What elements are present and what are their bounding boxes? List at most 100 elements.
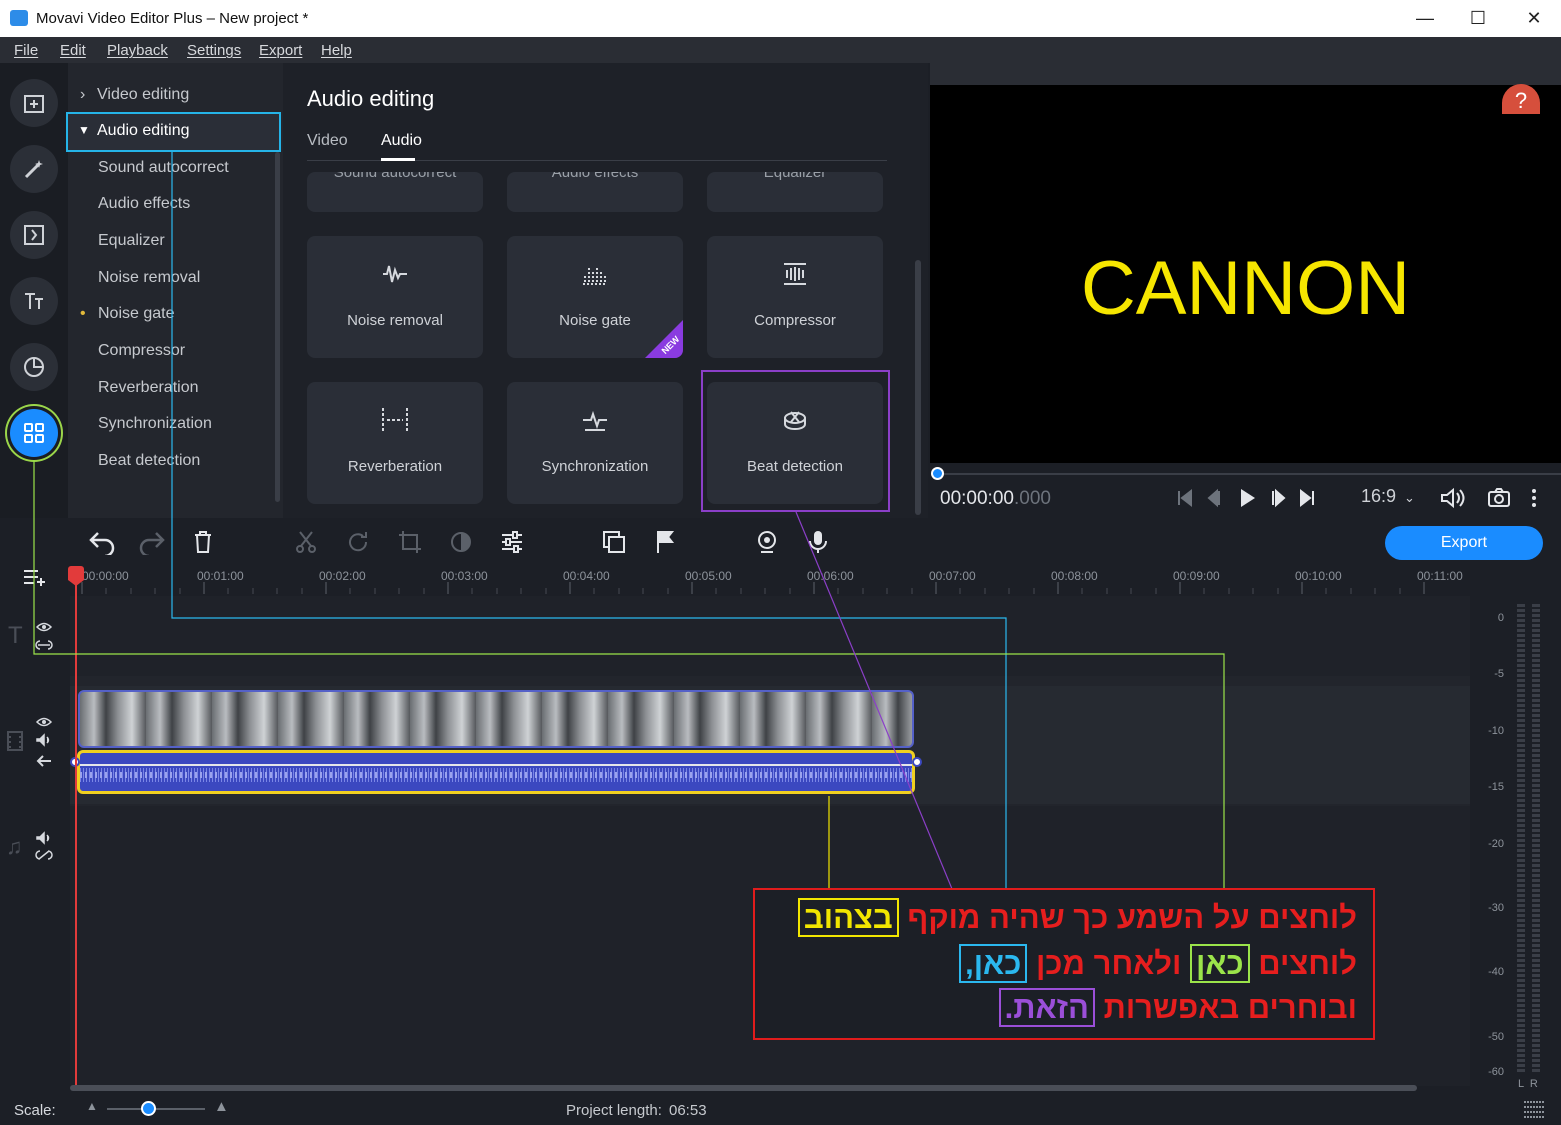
delete-icon[interactable] xyxy=(192,529,214,555)
vu-label: -15 xyxy=(1488,781,1504,793)
effects-tool-button[interactable] xyxy=(10,145,58,193)
category-audio-editing[interactable]: Audio editing xyxy=(97,122,190,140)
zoom-out-icon[interactable]: ▲ xyxy=(86,1099,98,1113)
menu-export[interactable]: Export xyxy=(259,42,302,59)
tile-noise-removal[interactable]: Noise removal xyxy=(307,236,483,358)
help-button[interactable]: ? xyxy=(1502,84,1540,114)
transitions-tool-button[interactable] xyxy=(10,211,58,259)
vu-label: -60 xyxy=(1488,1066,1504,1078)
panel-scrollbar[interactable] xyxy=(915,260,921,515)
music-track-icon: ♫ xyxy=(6,834,23,859)
scale-slider-knob[interactable] xyxy=(141,1101,156,1116)
fade-out-handle[interactable] xyxy=(912,757,922,767)
more-tools-button[interactable] xyxy=(10,409,58,457)
category-video-editing[interactable]: Video editing xyxy=(97,86,189,104)
annotation-text: לוחצים על השמע כך שהיה מוקף xyxy=(898,900,1357,935)
maximize-button[interactable]: ☐ xyxy=(1463,6,1493,30)
menu-help[interactable]: Help xyxy=(321,42,352,59)
titles-tool-button[interactable] xyxy=(10,277,58,325)
export-button[interactable]: Export xyxy=(1385,526,1543,560)
record-video-icon[interactable] xyxy=(754,529,780,555)
scale-label: Scale: xyxy=(14,1102,56,1119)
tile-audio-effects[interactable]: Audio effects xyxy=(507,172,683,212)
tile-compressor[interactable]: Compressor xyxy=(707,236,883,358)
next-frame-icon[interactable] xyxy=(1268,488,1288,508)
annotation-highlight-yellow: בצהוב xyxy=(797,898,899,937)
annotation-highlight-green: כאן xyxy=(1190,944,1250,983)
split-icon[interactable] xyxy=(294,529,318,555)
categories-scrollbar[interactable] xyxy=(275,152,280,502)
playback-progress-bar[interactable] xyxy=(937,473,1561,475)
timeline-horizontal-scrollbar[interactable] xyxy=(70,1085,1417,1091)
tile-synchronization[interactable]: Synchronization xyxy=(507,382,683,504)
category-item[interactable]: Sound autocorrect xyxy=(98,159,229,177)
preview-player[interactable]: CANNON xyxy=(930,85,1561,463)
vu-label: -50 xyxy=(1488,1031,1504,1043)
rotate-icon[interactable] xyxy=(345,529,371,555)
volume-icon[interactable] xyxy=(1440,487,1466,509)
tile-noise-gate[interactable]: Noise gate NEW xyxy=(507,236,683,358)
more-options-icon[interactable] xyxy=(1528,487,1540,509)
stickers-tool-button[interactable] xyxy=(10,343,58,391)
menu-settings[interactable]: Settings xyxy=(187,42,241,59)
ruler-label: 00:09:00 xyxy=(1173,569,1220,583)
vu-left-channel xyxy=(1517,604,1525,1074)
playhead[interactable] xyxy=(75,566,77,1086)
snapshot-icon[interactable] xyxy=(1487,487,1511,509)
category-item[interactable]: Synchronization xyxy=(98,415,212,433)
category-item[interactable]: Compressor xyxy=(98,342,185,360)
add-track-icon[interactable] xyxy=(22,566,48,588)
chevron-down-icon: ▼ xyxy=(78,123,90,137)
zoom-in-icon[interactable]: ▲ xyxy=(214,1098,229,1115)
category-item[interactable]: Noise gate xyxy=(98,305,175,323)
annotation-line-1: לוחצים על השמע כך שהיה מוקף בצהוב xyxy=(797,898,1357,937)
close-button[interactable]: ✕ xyxy=(1519,6,1549,30)
menu-playback[interactable]: Playback xyxy=(107,42,168,59)
color-adjust-icon[interactable] xyxy=(448,529,474,555)
video-clip[interactable] xyxy=(78,690,914,748)
import-tool-button[interactable] xyxy=(10,79,58,127)
vu-label: 0 xyxy=(1497,612,1504,624)
skip-to-start-icon[interactable] xyxy=(1175,488,1195,508)
audio-clip-selected[interactable] xyxy=(77,750,915,794)
annotation-text: לוחצים xyxy=(1249,946,1357,981)
category-item[interactable]: Reverberation xyxy=(98,379,199,397)
ruler-label: 00:07:00 xyxy=(929,569,976,583)
scale-slider-track[interactable] xyxy=(107,1108,205,1110)
timecode-ms: .000 xyxy=(1013,488,1051,509)
redo-icon[interactable] xyxy=(138,529,166,555)
play-icon[interactable] xyxy=(1236,487,1258,509)
category-item[interactable]: Equalizer xyxy=(98,232,165,250)
minimize-button[interactable]: — xyxy=(1410,6,1440,30)
tab-video[interactable]: Video xyxy=(307,132,348,150)
titles-icon xyxy=(25,293,43,309)
clip-properties-icon[interactable] xyxy=(499,529,525,555)
tab-audio[interactable]: Audio xyxy=(381,132,422,150)
category-item[interactable]: Audio effects xyxy=(98,195,190,213)
video-track-controls[interactable] xyxy=(35,714,53,770)
tile-equalizer[interactable]: Equalizer xyxy=(707,172,883,212)
chevron-down-icon[interactable]: ⌄ xyxy=(1404,490,1415,506)
annotation-line-2: לוחצים כאן ולאחר מכן כאן, xyxy=(959,944,1357,983)
tile-sound-autocorrect[interactable]: Sound autocorrect xyxy=(307,172,483,212)
timeline-ruler[interactable] xyxy=(70,564,1470,596)
category-item[interactable]: Noise removal xyxy=(98,269,200,287)
microphone-icon[interactable] xyxy=(807,529,829,555)
aspect-ratio-select[interactable]: 16:9 xyxy=(1361,486,1396,507)
crop-icon[interactable] xyxy=(397,529,423,555)
marker-flag-icon[interactable] xyxy=(654,529,676,555)
meter-settings-icon[interactable] xyxy=(1522,1099,1546,1121)
playback-progress-knob[interactable] xyxy=(931,467,944,480)
tile-reverberation[interactable]: Reverberation xyxy=(307,382,483,504)
skip-to-end-icon[interactable] xyxy=(1297,488,1317,508)
synchronization-icon xyxy=(583,410,607,431)
music-track-controls[interactable] xyxy=(35,829,53,863)
category-item[interactable]: Beat detection xyxy=(98,452,200,470)
title-track[interactable] xyxy=(70,596,1470,676)
overlay-icon[interactable] xyxy=(601,529,627,555)
previous-frame-icon[interactable] xyxy=(1205,488,1225,508)
visibility-icon[interactable] xyxy=(35,619,53,653)
menu-edit[interactable]: Edit xyxy=(60,42,86,59)
undo-icon[interactable] xyxy=(88,529,116,555)
menu-file[interactable]: File xyxy=(14,42,38,59)
